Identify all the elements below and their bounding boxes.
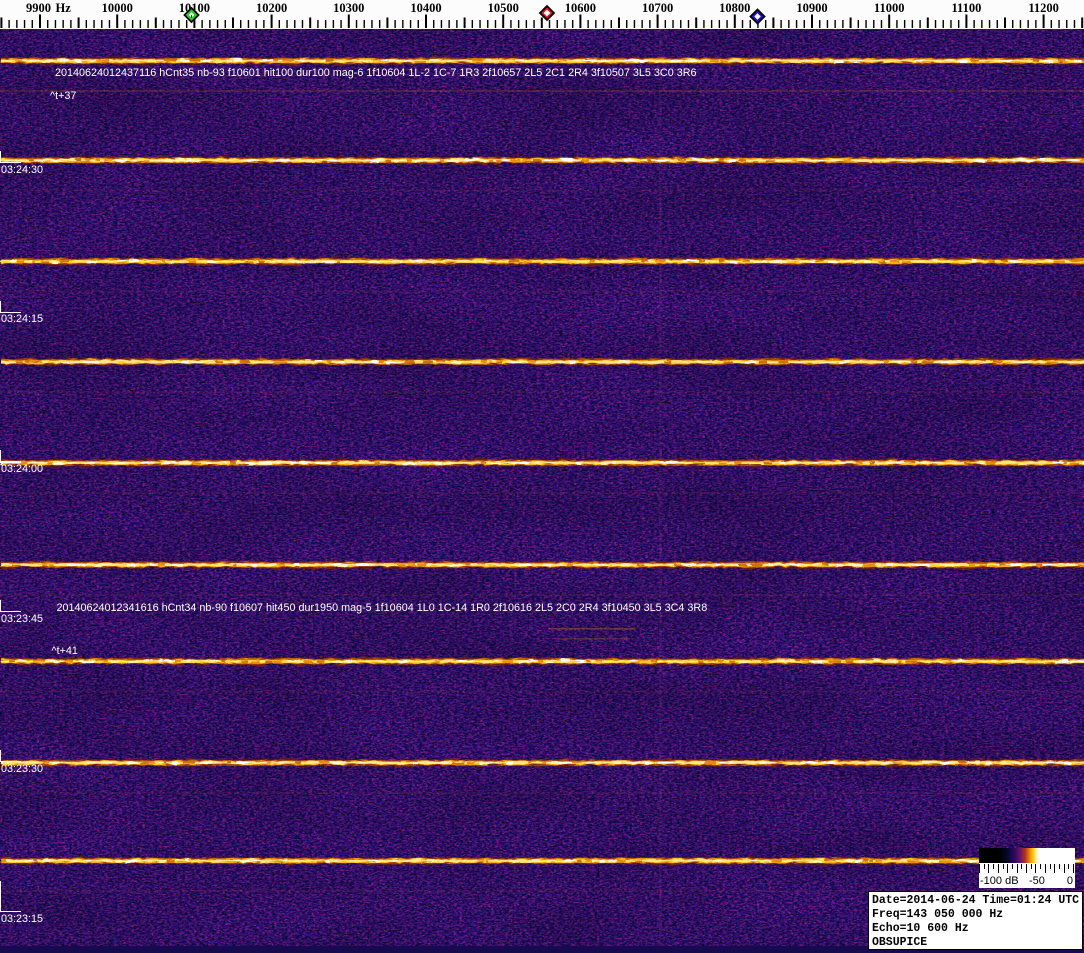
svg-text:10500: 10500 (488, 1, 519, 15)
svg-text:10800: 10800 (719, 1, 750, 15)
svg-text:10200: 10200 (256, 1, 287, 15)
svg-text:10400: 10400 (410, 1, 441, 15)
svg-text:10600: 10600 (565, 1, 596, 15)
svg-text:Hz: Hz (56, 1, 72, 15)
svg-text:10700: 10700 (642, 1, 673, 15)
svg-text:10900: 10900 (796, 1, 827, 15)
svg-text:10000: 10000 (102, 1, 133, 15)
svg-text:11000: 11000 (874, 1, 905, 15)
svg-text:11100: 11100 (951, 1, 981, 15)
svg-text:9900: 9900 (26, 1, 51, 15)
svg-text:11200: 11200 (1028, 1, 1059, 15)
svg-text:10300: 10300 (333, 1, 364, 15)
